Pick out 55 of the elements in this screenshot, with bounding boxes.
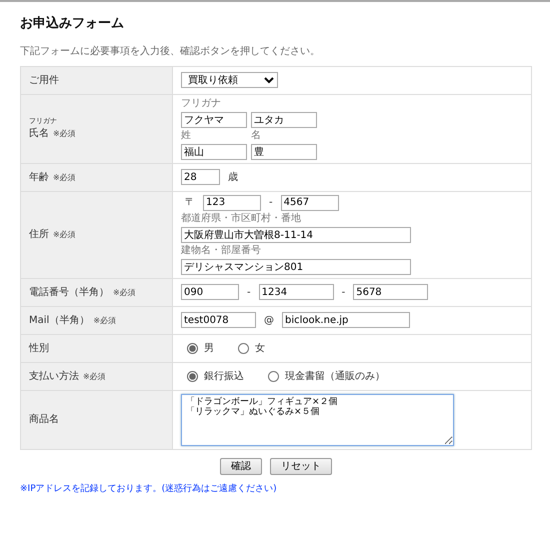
- radio-label: 女: [255, 342, 265, 356]
- field-label: 年齢: [29, 170, 49, 184]
- form-title: お申込みフォーム: [20, 14, 125, 33]
- input-field[interactable]: フクヤマ: [181, 112, 247, 128]
- input-field[interactable]: 5678: [353, 284, 428, 300]
- input-field[interactable]: ユタカ: [251, 112, 317, 128]
- unit-text: -: [340, 286, 346, 300]
- field-label: 商品名: [29, 412, 59, 427]
- field-label: 性別: [29, 342, 49, 356]
- input-field[interactable]: 豊: [251, 144, 317, 160]
- unit-text: -: [246, 286, 252, 300]
- radio-label: 銀行振込: [204, 370, 244, 384]
- required-mark: ※必須: [53, 128, 76, 140]
- radio-button[interactable]: [187, 370, 198, 382]
- field-label: 氏名: [29, 126, 49, 142]
- caption-text: 名: [251, 130, 262, 142]
- field-label: ご用件: [29, 74, 59, 88]
- input-field[interactable]: 090: [181, 284, 239, 300]
- input-field[interactable]: 28: [181, 169, 220, 185]
- input-field[interactable]: 4567: [280, 194, 339, 210]
- radio-label: 現金書留（通販のみ）: [285, 370, 385, 384]
- reset-button[interactable]: リセット: [270, 458, 332, 474]
- input-field[interactable]: 1234: [258, 284, 334, 300]
- required-mark: ※必須: [53, 172, 76, 184]
- input-field[interactable]: test0078: [181, 312, 256, 328]
- field-label: 支払い方法: [29, 370, 79, 384]
- caption-text: 姓: [181, 130, 192, 142]
- unit-text: -: [268, 196, 274, 210]
- radio-button[interactable]: [238, 342, 249, 354]
- notice-text: ※IPアドレスを記録しております。(迷惑行為はご遠慮ください): [20, 482, 278, 496]
- caption-text: フリガナ: [181, 98, 221, 110]
- caption-text: 建物名・部屋番号: [181, 244, 261, 256]
- required-mark: ※必須: [113, 286, 136, 298]
- unit-text: 〒: [184, 196, 196, 210]
- radio-button[interactable]: [187, 342, 198, 354]
- field-label: 電話番号（半角）: [29, 286, 109, 300]
- field-label: Mail（半角）: [29, 314, 90, 328]
- caption-text: 都道府県・市区町村・番地: [181, 212, 301, 224]
- unit-text: 歳: [227, 170, 239, 184]
- input-field[interactable]: 大阪府豊山市大曽根8-11-14: [181, 226, 411, 242]
- required-mark: ※必須: [83, 370, 106, 382]
- input-field[interactable]: デリシャスマンション801: [181, 258, 411, 274]
- required-mark: ※必須: [53, 229, 76, 241]
- field-label: 住所: [29, 228, 49, 242]
- radio-button[interactable]: [268, 370, 279, 382]
- input-field[interactable]: biclook.ne.jp: [282, 312, 410, 328]
- dropdown[interactable]: 買取り依頼: [181, 72, 278, 88]
- required-mark: ※必須: [93, 314, 116, 326]
- input-field[interactable]: 福山: [181, 144, 247, 160]
- instruction-text: 下記フォームに必要事項を入力後、確認ボタンを押してください。: [20, 44, 321, 58]
- confirm-button[interactable]: 確認: [220, 458, 262, 474]
- text-area[interactable]: 「ドラゴンボール」フィギュア×２個 「リラックマ」ぬいぐるみ×５個: [181, 394, 454, 446]
- radio-label: 男: [204, 342, 214, 356]
- unit-text: @: [263, 314, 275, 328]
- input-field[interactable]: 123: [203, 194, 261, 210]
